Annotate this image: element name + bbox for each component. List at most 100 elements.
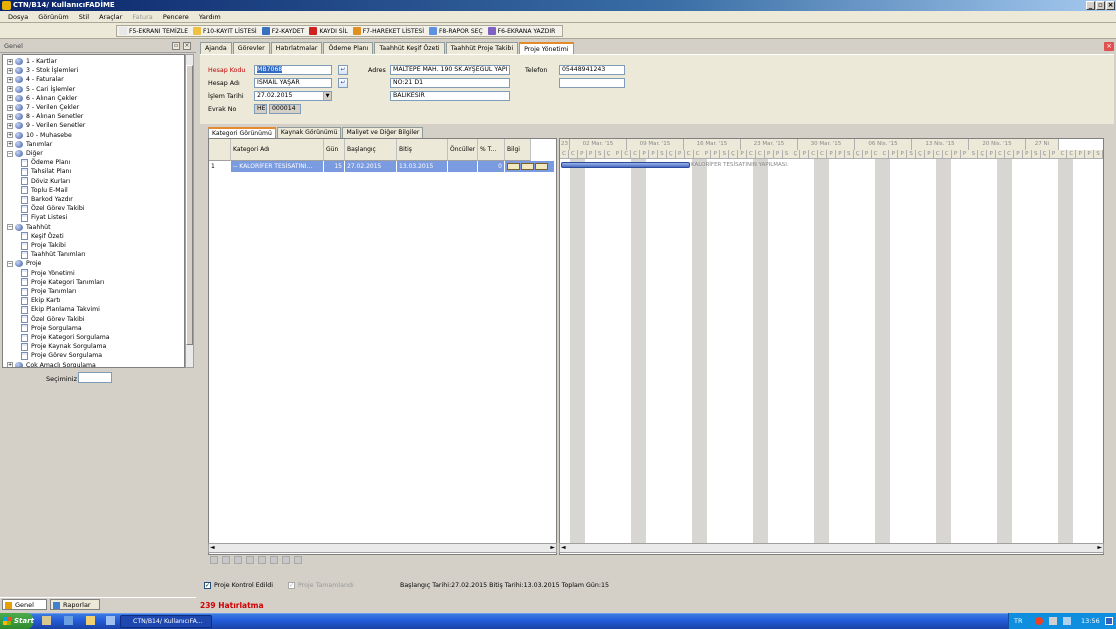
proje-tamamlandi-checkbox[interactable]: ✓	[288, 582, 295, 589]
folder-icon[interactable]	[86, 616, 95, 625]
proje-kontrol-checkbox[interactable]: ✓	[204, 582, 211, 589]
tab-1[interactable]: Görevler	[232, 42, 270, 54]
subtab-0[interactable]: Kategori Görünümü	[208, 127, 276, 138]
expand-icon[interactable]: +	[7, 104, 13, 111]
tab-5[interactable]: Taahhüt Proje Takibi	[445, 42, 519, 54]
tab-genel[interactable]: Genel	[2, 599, 47, 610]
grid-cell-onculler[interactable]	[448, 161, 478, 172]
tree-item[interactable]: Proje Kategori Tanımları	[21, 278, 104, 287]
tree-item[interactable]: Proje Sorgulama	[21, 324, 82, 333]
tree-item[interactable]: +1 - Kartlar	[7, 57, 57, 66]
toolbar-button-1[interactable]: F10-KAYIT LİSTESİ	[193, 27, 257, 35]
menu-yardim[interactable]: Yardım	[199, 13, 221, 21]
tree-item[interactable]: +8 - Alınan Senetler	[7, 112, 83, 121]
tree-item[interactable]: − Diğer	[7, 149, 43, 158]
tree-item[interactable]: Keşif Özeti	[21, 232, 64, 241]
close-tab-icon[interactable]: ×	[1104, 42, 1114, 51]
outdent-icon[interactable]	[222, 556, 230, 564]
tree-item[interactable]: +10 - Muhasebe	[7, 131, 72, 140]
collapse-icon[interactable]: −	[7, 150, 13, 157]
network-icon[interactable]	[1049, 617, 1057, 625]
expand-icon[interactable]: +	[7, 58, 13, 65]
media-icon[interactable]	[106, 616, 115, 625]
scroll-left-icon[interactable]: ◄	[210, 544, 215, 551]
grid-column-header[interactable]: Gün	[324, 139, 345, 161]
calendar-icon[interactable]	[282, 556, 290, 564]
antivirus-icon[interactable]	[1035, 617, 1043, 625]
panel-close-icon[interactable]: ×	[183, 42, 191, 50]
tree-item[interactable]: − Proje	[7, 259, 41, 268]
tree-item[interactable]: +5 - Cari İşlemler	[7, 85, 75, 94]
menu-araclar[interactable]: Araçlar	[99, 13, 122, 21]
scroll-left-icon[interactable]: ◄	[561, 544, 566, 551]
tree-item[interactable]: Proje Tanımları	[21, 287, 76, 296]
language-indicator[interactable]: TR	[1014, 613, 1023, 629]
grid-cell-bilgi[interactable]	[505, 161, 555, 172]
grid-column-header[interactable]: Başlangıç	[345, 139, 397, 161]
info-icon[interactable]	[507, 163, 520, 170]
tree-item[interactable]: +4 - Faturalar	[7, 75, 64, 84]
scroll-right-icon[interactable]: ►	[550, 544, 555, 551]
tree-item[interactable]: Barkod Yazdır	[21, 195, 73, 204]
telefon-input-2[interactable]	[559, 78, 625, 88]
toolbar-button-2[interactable]: F2-KAYDET	[261, 27, 304, 35]
grid-cell-kategori[interactable]: -- KALORİFER TESİSATINI...	[231, 161, 324, 172]
chevron-down-icon[interactable]: ▼	[323, 92, 331, 100]
account-name-search-icon[interactable]: ↵	[338, 78, 348, 88]
gantt-horizontal-scrollbar[interactable]: ◄ ►	[559, 543, 1104, 553]
menu-stil[interactable]: Stil	[79, 13, 89, 21]
islem-tarihi-input[interactable]: 27.02.2015 ▼	[254, 91, 332, 101]
grid-column-header[interactable]: Kategori Adı	[231, 139, 324, 161]
toolbar-button-5[interactable]: F8-RAPOR SEÇ	[428, 27, 483, 35]
tree-item[interactable]: Ekip Kartı	[21, 296, 61, 305]
tree-item[interactable]: Proje Kaynak Sorgulama	[21, 342, 106, 351]
tree-item[interactable]: Proje Takibi	[21, 241, 66, 250]
tree-item[interactable]: Döviz Kurları	[21, 177, 70, 186]
grid-cell-bitis[interactable]: 13.03.2015	[397, 161, 448, 172]
expand-icon[interactable]: +	[7, 141, 13, 148]
move-up-icon[interactable]	[234, 556, 242, 564]
adres-line3-input[interactable]: BALIKESİR	[390, 91, 510, 101]
indent-icon[interactable]	[210, 556, 218, 564]
telefon-input-1[interactable]: 05448941243	[559, 65, 625, 75]
tree-item[interactable]: − Taahhüt	[7, 223, 51, 232]
scroll-right-icon[interactable]: ►	[1097, 544, 1102, 551]
toolbar-button-3[interactable]: KAYDI SİL	[309, 27, 348, 35]
expand-icon[interactable]: +	[7, 86, 13, 93]
toolbar-button-6[interactable]: F6-EKRANA YAZDIR	[487, 27, 555, 35]
evrak-no-input[interactable]: 000014	[269, 104, 301, 114]
menu-pencere[interactable]: Pencere	[163, 13, 189, 21]
expand-icon[interactable]: +	[7, 362, 13, 367]
grid-column-header[interactable]: Bilgi	[505, 139, 531, 161]
hesap-kodu-input[interactable]: MB7068	[254, 65, 332, 75]
selection-input[interactable]	[78, 372, 112, 383]
grid-column-header[interactable]: Öncüller	[448, 139, 478, 161]
grid-cell-gun[interactable]: 15	[324, 161, 345, 172]
grid-cell-no[interactable]: 1	[209, 161, 231, 172]
expand-icon[interactable]: +	[7, 132, 13, 139]
tree-item[interactable]: Özel Görev Takibi	[21, 204, 85, 213]
tab-2[interactable]: Hatırlatmalar	[270, 42, 323, 54]
collapse-icon[interactable]: −	[7, 224, 13, 231]
grid-column-header[interactable]: Bitiş	[397, 139, 448, 161]
tree-item[interactable]: Taahhüt Tanımları	[21, 250, 85, 259]
adres-line2-input[interactable]: NO:21 D1	[390, 78, 510, 88]
collapse-icon[interactable]: −	[7, 260, 13, 267]
tree-item[interactable]: Tahsilat Planı	[21, 167, 71, 176]
hesap-adi-input[interactable]: İSMAİL YAŞAR	[254, 78, 332, 88]
tab-3[interactable]: Ödeme Planı	[323, 42, 374, 54]
tree-item[interactable]: Fiyat Listesi	[21, 213, 67, 222]
expand-icon[interactable]: +	[7, 95, 13, 102]
expand-icon[interactable]: +	[7, 76, 13, 83]
tree-item[interactable]: Ekip Planlama Takvimi	[21, 305, 100, 314]
start-button[interactable]: Start	[0, 613, 34, 629]
close-icon[interactable]: ×	[1106, 1, 1115, 10]
grid-cell-baslangic[interactable]: 27.02.2015	[345, 161, 397, 172]
tree-item[interactable]: Proje Yönetimi	[21, 269, 75, 278]
tab-raporlar[interactable]: Raporlar	[50, 599, 100, 610]
tree-item[interactable]: Ödeme Planı	[21, 158, 70, 167]
unlink-icon[interactable]	[270, 556, 278, 564]
move-down-icon[interactable]	[246, 556, 254, 564]
subtab-1[interactable]: Kaynak Görünümü	[276, 127, 342, 138]
tree-item[interactable]: + Tanımlar	[7, 140, 52, 149]
